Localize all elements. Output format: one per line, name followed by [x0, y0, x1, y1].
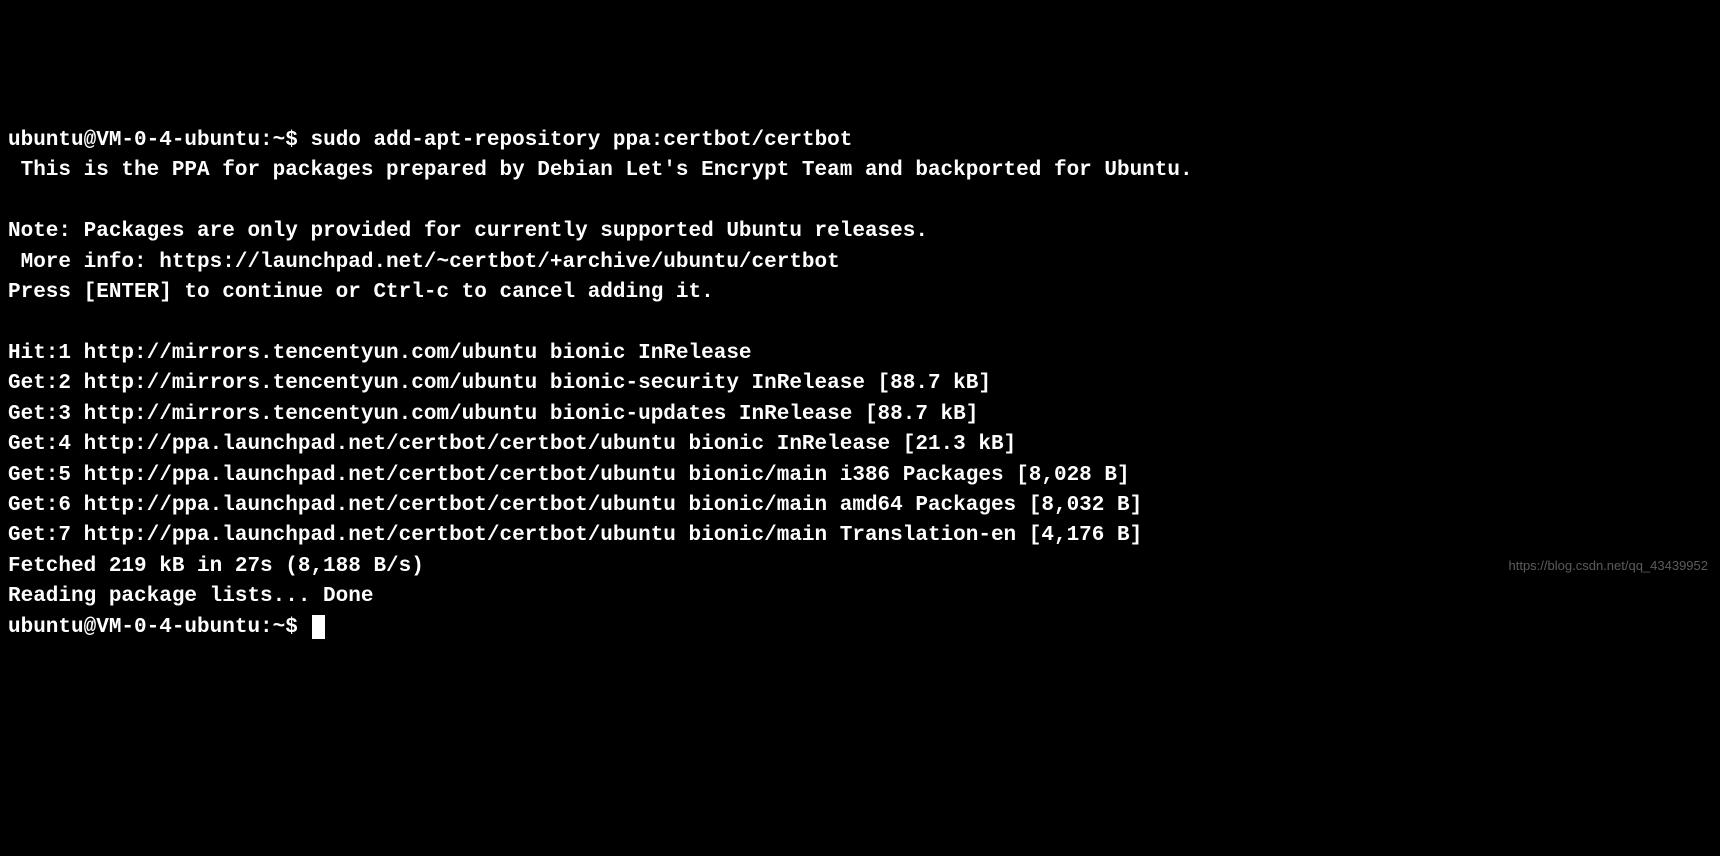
- output-line: This is the PPA for packages prepared by…: [8, 159, 1193, 182]
- output-line: More info: https://launchpad.net/~certbo…: [8, 251, 840, 274]
- prompt-path: ~: [273, 616, 286, 639]
- output-line: Fetched 219 kB in 27s (8,188 B/s): [8, 555, 424, 578]
- prompt-path: ~: [273, 129, 286, 152]
- output-line: Get:5 http://ppa.launchpad.net/certbot/c…: [8, 464, 1130, 487]
- cursor-icon: [312, 615, 325, 639]
- output-line: Get:4 http://ppa.launchpad.net/certbot/c…: [8, 433, 1016, 456]
- output-line: Get:7 http://ppa.launchpad.net/certbot/c…: [8, 524, 1142, 547]
- prompt-user-host: ubuntu@VM-0-4-ubuntu: [8, 616, 260, 639]
- output-line: Press [ENTER] to continue or Ctrl-c to c…: [8, 281, 714, 304]
- output-line: Note: Packages are only provided for cur…: [8, 220, 928, 243]
- watermark-text: https://blog.csdn.net/qq_43439952: [1509, 557, 1709, 576]
- command-text: sudo add-apt-repository ppa:certbot/cert…: [310, 129, 852, 152]
- prompt-user-host: ubuntu@VM-0-4-ubuntu: [8, 129, 260, 152]
- terminal-output[interactable]: ubuntu@VM-0-4-ubuntu:~$ sudo add-apt-rep…: [8, 126, 1712, 643]
- output-line: Get:2 http://mirrors.tencentyun.com/ubun…: [8, 372, 991, 395]
- output-line: Reading package lists... Done: [8, 585, 373, 608]
- output-line: Get:6 http://ppa.launchpad.net/certbot/c…: [8, 494, 1142, 517]
- output-line: Get:3 http://mirrors.tencentyun.com/ubun…: [8, 403, 978, 426]
- prompt-symbol: $: [285, 129, 298, 152]
- output-line: Hit:1 http://mirrors.tencentyun.com/ubun…: [8, 342, 752, 365]
- prompt-symbol: $: [285, 616, 298, 639]
